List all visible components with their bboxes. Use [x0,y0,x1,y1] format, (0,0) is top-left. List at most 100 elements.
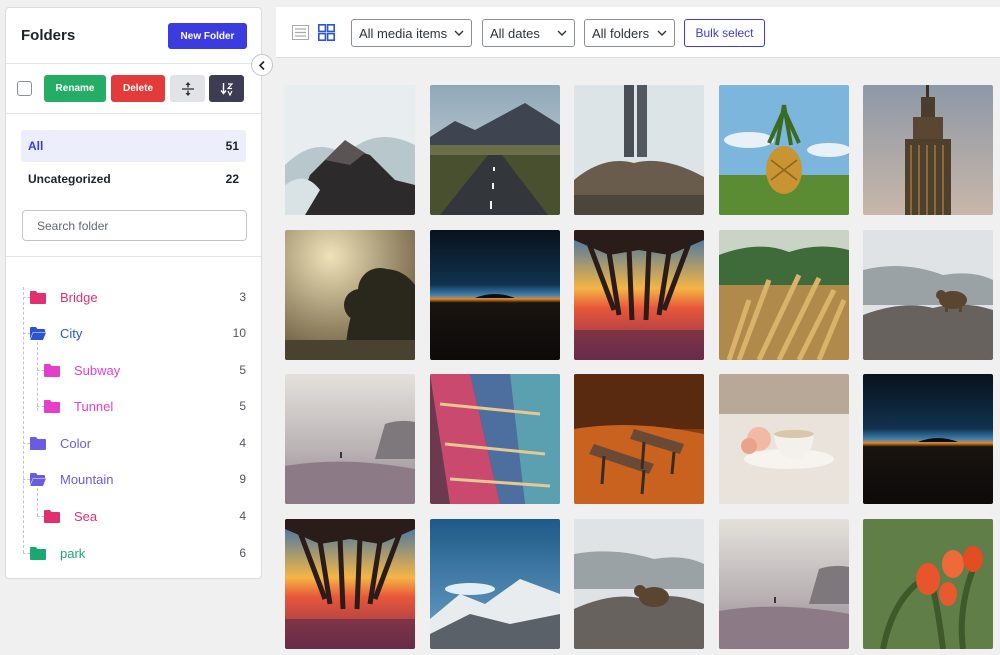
media-thumbnail[interactable] [863,85,993,215]
bear-rocks-image [574,519,704,649]
tree-branch [37,405,44,407]
folder-item-tunnel[interactable]: Tunnel 5 [37,388,246,424]
divider [6,256,261,257]
list-view-icon[interactable] [292,24,309,41]
tree-branch [23,552,30,554]
date-filter-value: All dates [490,25,540,41]
bear-rocks-image [863,230,993,360]
tree-branch [37,369,44,371]
media-thumbnail[interactable] [574,85,704,215]
pier-sunset-image [574,230,704,360]
wheat-field-image [719,230,849,360]
media-thumbnail[interactable] [430,374,560,504]
search-folder-input[interactable] [22,210,247,241]
category-all[interactable]: All 51 [21,130,246,162]
folder-item-subway[interactable]: Subway 5 [37,352,246,388]
media-thumbnail[interactable] [285,519,415,649]
person-on-rocks-image [574,85,704,215]
tree-branch [23,332,30,334]
folder-label: City [60,325,83,341]
tulips-image [863,519,993,649]
crashing-waves-image [285,85,415,215]
dark-horizon-image [863,374,993,504]
tree-branch [23,478,30,480]
chevron-left-icon [258,60,265,70]
misty-beach-image [719,519,849,649]
folder-open-icon [30,326,46,340]
tree-branch [23,442,30,444]
media-thumbnail[interactable] [719,519,849,649]
folder-item-city[interactable]: City 10 [23,315,246,351]
chevron-down-icon [657,30,667,36]
sort-icon [219,82,233,96]
folder-count: 6 [239,546,246,560]
media-thumbnail[interactable] [863,519,993,649]
folder-label: Subway [74,362,121,378]
folder-item-color[interactable]: Color 4 [23,425,246,461]
media-thumbnail[interactable] [285,85,415,215]
folder-count: 10 [232,326,246,340]
mountain-road-image [430,85,560,215]
folder-icon [30,290,46,304]
category-uncategorized[interactable]: Uncategorized 22 [21,163,246,195]
folder-count: 4 [239,436,246,450]
folder-item-park[interactable]: park 6 [23,535,246,571]
empire-state-image [863,85,993,215]
folder-label: Sea [74,508,98,524]
folder-icon [30,546,46,560]
folders-sidebar: Folders New Folder Rename Delete All 51 … [5,7,262,579]
folder-item-mountain[interactable]: Mountain 9 [23,461,246,497]
media-thumbnail[interactable] [574,230,704,360]
sort-button[interactable] [209,75,244,102]
media-type-filter-value: All media items [359,25,448,41]
media-thumbnail[interactable] [574,374,704,504]
media-thumbnail[interactable] [430,85,560,215]
folder-toolbar: Rename Delete [6,64,261,114]
folder-label: park [60,545,86,561]
folder-item-sea[interactable]: Sea 4 [37,498,246,534]
media-thumbnail[interactable] [574,519,704,649]
chevron-down-icon [454,30,464,36]
delete-button[interactable]: Delete [111,75,165,102]
folder-label: Mountain [60,471,114,487]
media-thumbnail[interactable] [863,230,993,360]
media-thumbnail[interactable] [430,519,560,649]
media-thumbnail[interactable] [719,374,849,504]
folder-icon [44,399,60,413]
media-type-filter[interactable]: All media items [351,19,472,47]
media-thumbnail[interactable] [719,85,849,215]
folder-count: 3 [239,290,246,304]
tree-branch [23,296,30,298]
sidebar-header: Folders New Folder [6,8,261,64]
media-thumbnail[interactable] [719,230,849,360]
bulk-select-button[interactable]: Bulk select [684,19,765,47]
new-folder-button[interactable]: New Folder [168,23,247,49]
misty-beach-image [285,374,415,504]
chevron-down-icon [557,30,567,36]
folder-item-bridge[interactable]: Bridge 3 [23,279,246,315]
media-thumbnail[interactable] [863,374,993,504]
pier-sunset-image [285,519,415,649]
rename-button[interactable]: Rename [44,75,106,102]
colorful-blanket-image [430,374,560,504]
category-all-label: All [28,139,44,153]
teacup-image [719,374,849,504]
media-thumbnail[interactable] [285,230,415,360]
folder-icon [44,509,60,523]
folder-open-icon [30,472,46,486]
folder-label: Tunnel [74,398,114,414]
snowy-mountain-image [430,519,560,649]
folder-filter[interactable]: All folders [584,19,675,47]
folder-count: 5 [239,399,246,413]
grid-view-icon[interactable] [318,24,335,41]
media-thumbnail[interactable] [430,230,560,360]
move-button[interactable] [170,75,205,102]
collapse-sidebar-button[interactable] [251,54,273,76]
pineapple-image [719,85,849,215]
tree-branch [37,515,44,517]
select-all-checkbox[interactable] [17,81,32,96]
dark-horizon-image [430,230,560,360]
folder-count: 5 [239,363,246,377]
media-thumbnail[interactable] [285,374,415,504]
date-filter[interactable]: All dates [482,19,575,47]
